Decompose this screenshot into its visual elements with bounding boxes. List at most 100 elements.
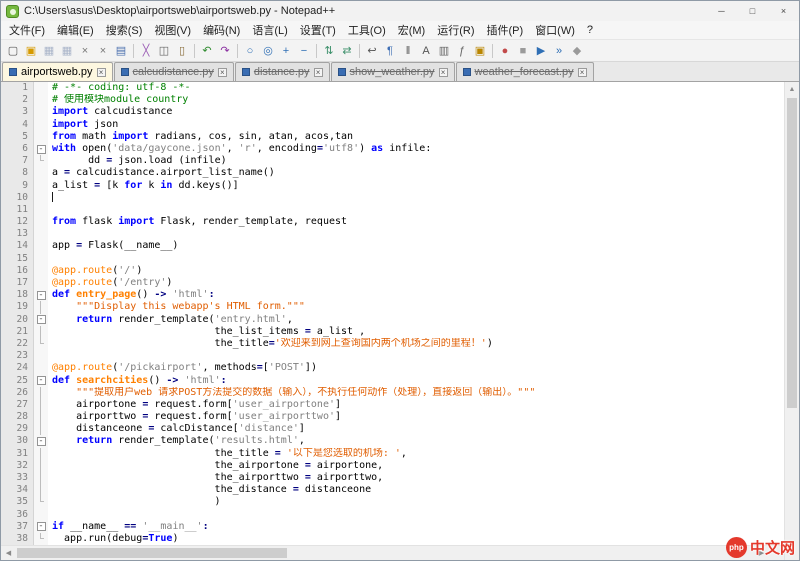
- save-icon[interactable]: ▦: [40, 42, 58, 59]
- code-line[interactable]: 27 airportone = request.form['user_airpo…: [1, 398, 784, 412]
- tab-close-icon[interactable]: ×: [438, 67, 448, 77]
- new-file-icon[interactable]: ▢: [4, 42, 22, 59]
- code-line[interactable]: 1 # -*- coding: utf-8 -*-: [1, 82, 784, 95]
- vertical-scrollbar[interactable]: ▲ ▼: [784, 82, 799, 560]
- print-icon[interactable]: ▤: [112, 42, 130, 59]
- close-doc-icon[interactable]: ×: [76, 42, 94, 59]
- code-line[interactable]: 35 ): [1, 496, 784, 509]
- code-text[interactable]: [48, 509, 784, 521]
- code-line[interactable]: 19 """Display this webapp's HTML form.""…: [1, 301, 784, 314]
- code-text[interactable]: app.run(debug=True): [48, 533, 784, 545]
- zoom-in-icon[interactable]: +: [277, 42, 295, 59]
- sync-vertical-icon[interactable]: ⇅: [320, 42, 338, 59]
- code-line[interactable]: 37- if __name__ == '__main__':: [1, 520, 784, 533]
- code-line[interactable]: 11: [1, 203, 784, 217]
- folder-workspace-icon[interactable]: ▣: [471, 42, 489, 59]
- horizontal-scrollbar[interactable]: ◀ ▶: [1, 545, 784, 560]
- menu-item[interactable]: 插件(P): [481, 20, 530, 40]
- copy-icon[interactable]: ◫: [155, 42, 173, 59]
- code-text[interactable]: @app.route('/entry'): [48, 277, 784, 289]
- maximize-button[interactable]: □: [737, 1, 768, 21]
- code-text[interactable]: the_list_items = a_list ,: [48, 326, 784, 338]
- define-language-icon[interactable]: A: [417, 42, 435, 59]
- code-line[interactable]: 14 app = Flask(__name__): [1, 240, 784, 253]
- code-line[interactable]: 6- with open('data/gaycone.json', 'r', en…: [1, 142, 784, 156]
- code-text[interactable]: def searchcities() -> 'html':: [48, 375, 784, 387]
- undo-icon[interactable]: ↶: [198, 42, 216, 59]
- code-line[interactable]: 3 import calcudistance: [1, 106, 784, 119]
- redo-icon[interactable]: ↷: [216, 42, 234, 59]
- code-line[interactable]: 15: [1, 252, 784, 265]
- tab-calcudistance-py[interactable]: calcudistance.py ×: [113, 62, 234, 81]
- save-macro-icon[interactable]: ◆: [568, 42, 586, 59]
- sync-horizontal-icon[interactable]: ⇄: [338, 42, 356, 59]
- code-text[interactable]: the_airportone = airportone,: [48, 460, 784, 472]
- tab-close-icon[interactable]: ×: [96, 67, 106, 77]
- code-text[interactable]: the_airporttwo = airporttwo,: [48, 472, 784, 484]
- code-line[interactable]: 18- def entry_page() -> 'html':: [1, 289, 784, 302]
- code-line[interactable]: 36: [1, 508, 784, 521]
- code-text[interactable]: return render_template('entry.html',: [48, 314, 784, 326]
- tab-show_weather-py[interactable]: show_weather.py ×: [330, 62, 455, 81]
- tab-close-icon[interactable]: ×: [217, 67, 227, 77]
- paste-icon[interactable]: ▯: [173, 42, 191, 59]
- tab-distance-py[interactable]: distance.py ×: [234, 62, 330, 81]
- code-text[interactable]: return render_template('results.html',: [48, 435, 784, 447]
- code-line[interactable]: 32 the_airportone = airportone,: [1, 459, 784, 472]
- code-line[interactable]: 22 the_title='欢迎来到网上查询国内两个机场之间的里程！'): [1, 337, 784, 351]
- fold-collapse-icon[interactable]: -: [36, 144, 46, 154]
- zoom-out-icon[interactable]: −: [295, 42, 313, 59]
- fold-collapse-icon[interactable]: -: [36, 376, 46, 386]
- code-text[interactable]: import json: [48, 119, 784, 131]
- tab-airportsweb-py[interactable]: airportsweb.py ×: [2, 62, 113, 81]
- fold-collapse-icon[interactable]: -: [36, 522, 46, 532]
- code-text[interactable]: airportone = request.form['user_airporto…: [48, 399, 784, 411]
- code-line[interactable]: 7 dd = json.load (infile): [1, 155, 784, 168]
- code-text[interactable]: distanceone = calcDistance['distance']: [48, 423, 784, 435]
- code-text[interactable]: @app.route('/'): [48, 265, 784, 277]
- code-line[interactable]: 4 import json: [1, 118, 784, 131]
- menu-item[interactable]: 工具(O): [342, 20, 392, 40]
- menu-item[interactable]: 编辑(E): [51, 20, 100, 40]
- close-button[interactable]: ×: [768, 1, 799, 21]
- scroll-up-icon[interactable]: ▲: [785, 82, 799, 97]
- play-macro-icon[interactable]: ▶: [532, 42, 550, 59]
- code-line[interactable]: 28 airporttwo = request.form['user_airpo…: [1, 411, 784, 424]
- code-line[interactable]: 20- return render_template('entry.html',: [1, 313, 784, 326]
- code-text[interactable]: ): [48, 496, 784, 508]
- menu-item[interactable]: 搜索(S): [100, 20, 149, 40]
- code-line[interactable]: 12 from flask import Flask, render_templa…: [1, 216, 784, 229]
- indent-guide-icon[interactable]: ‖: [399, 42, 417, 59]
- code-text[interactable]: # -*- coding: utf-8 -*-: [48, 82, 784, 94]
- code-text[interactable]: [48, 204, 784, 216]
- stop-macro-icon[interactable]: ■: [514, 42, 532, 59]
- save-all-icon[interactable]: ▦: [58, 42, 76, 59]
- horizontal-scroll-thumb[interactable]: [17, 548, 287, 558]
- code-text[interactable]: a = calcudistance.airport_list_name(): [48, 167, 784, 179]
- code-text[interactable]: a_list = [k for k in dd.keys()]: [48, 180, 784, 192]
- code-text[interactable]: [48, 191, 784, 204]
- open-file-icon[interactable]: ▣: [22, 42, 40, 59]
- menu-item[interactable]: 语言(L): [246, 20, 293, 40]
- replace-icon[interactable]: ◎: [259, 42, 277, 59]
- menu-item[interactable]: 宏(M): [392, 20, 432, 40]
- code-line[interactable]: 10: [1, 191, 784, 204]
- doc-map-icon[interactable]: ▥: [435, 42, 453, 59]
- code-text[interactable]: airporttwo = request.form['user_airportt…: [48, 411, 784, 423]
- fold-collapse-icon[interactable]: -: [36, 437, 46, 447]
- menu-item[interactable]: ?: [581, 22, 599, 38]
- vertical-scroll-thumb[interactable]: [787, 98, 797, 408]
- code-text[interactable]: [48, 228, 784, 240]
- code-text[interactable]: [48, 253, 784, 265]
- menu-item[interactable]: 文件(F): [3, 20, 51, 40]
- scroll-left-icon[interactable]: ◀: [1, 546, 16, 560]
- code-text[interactable]: the_title='欢迎来到网上查询国内两个机场之间的里程！'): [48, 338, 784, 350]
- code-line[interactable]: 5 from math import radians, cos, sin, ata…: [1, 130, 784, 143]
- code-text[interactable]: with open('data/gaycone.json', 'r', enco…: [48, 143, 784, 155]
- code-line[interactable]: 8 a = calcudistance.airport_list_name(): [1, 167, 784, 180]
- code-text[interactable]: from math import radians, cos, sin, atan…: [48, 131, 784, 143]
- code-text[interactable]: dd = json.load (infile): [48, 155, 784, 167]
- code-line[interactable]: 16 @app.route('/'): [1, 264, 784, 277]
- fold-collapse-icon[interactable]: -: [36, 290, 46, 300]
- function-list-icon[interactable]: ƒ: [453, 42, 471, 59]
